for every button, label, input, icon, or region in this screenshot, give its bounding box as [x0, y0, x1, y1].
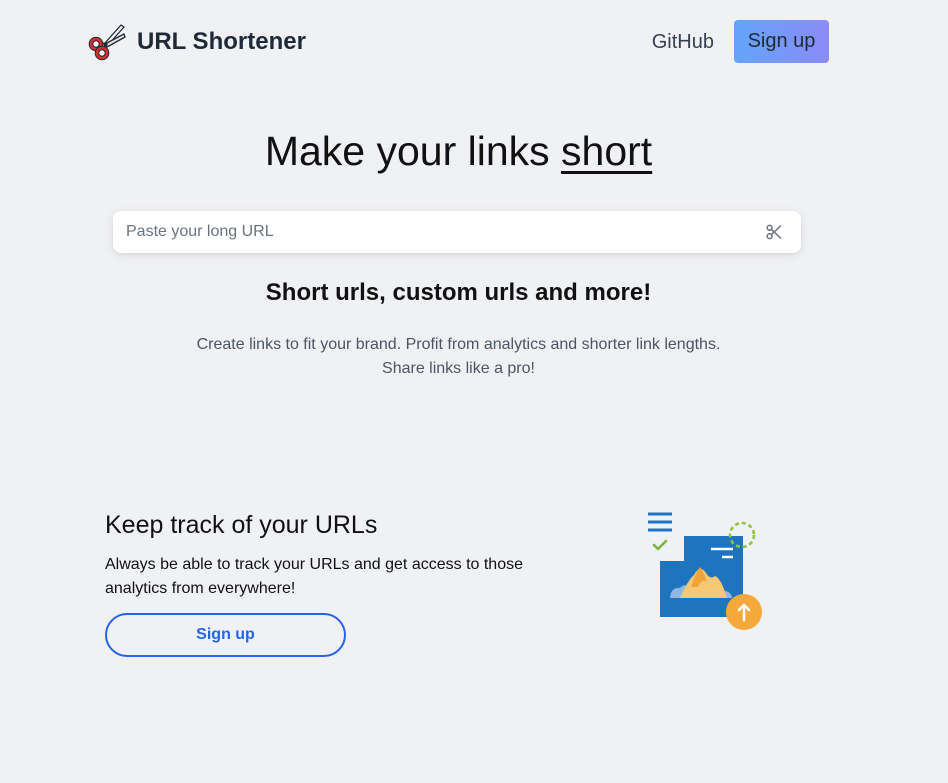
upload-arrow-icon — [726, 594, 762, 630]
header-nav: GitHub Sign up — [652, 20, 829, 63]
feature-title: Keep track of your URLs — [105, 511, 378, 539]
hero-description-line: Share links like a pro! — [382, 360, 535, 377]
hero-title-emphasis: short — [561, 128, 653, 174]
scissors-logo-icon — [88, 23, 126, 60]
long-url-input[interactable] — [113, 211, 765, 253]
feature-signup-button[interactable]: Sign up — [105, 613, 346, 657]
hero-title: Make your links short — [88, 126, 829, 176]
header-signup-button[interactable]: Sign up — [734, 20, 829, 63]
shorten-button[interactable] — [765, 223, 783, 241]
hero-title-prefix: Make your links — [264, 128, 562, 174]
top-navbar: URL Shortener GitHub Sign up — [88, 20, 829, 63]
url-search-bar — [113, 211, 801, 253]
github-link[interactable]: GitHub — [652, 30, 714, 54]
page: URL Shortener GitHub Sign up Make your l… — [0, 0, 948, 783]
feature-description: Always be able to track your URLs and ge… — [105, 556, 523, 597]
analytics-report-illustration — [648, 512, 762, 630]
hero-description: Create links to fit your brand. Profit f… — [88, 333, 829, 381]
check-icon — [652, 539, 668, 551]
hero-description-line: Create links to fit your brand. Profit f… — [196, 336, 721, 353]
brand[interactable]: URL Shortener — [88, 23, 306, 61]
app-title: URL Shortener — [137, 27, 306, 55]
list-lines-icon — [648, 512, 672, 532]
hero-subtitle: Short urls, custom urls and more! — [265, 279, 652, 306]
scissors-icon — [766, 224, 782, 240]
